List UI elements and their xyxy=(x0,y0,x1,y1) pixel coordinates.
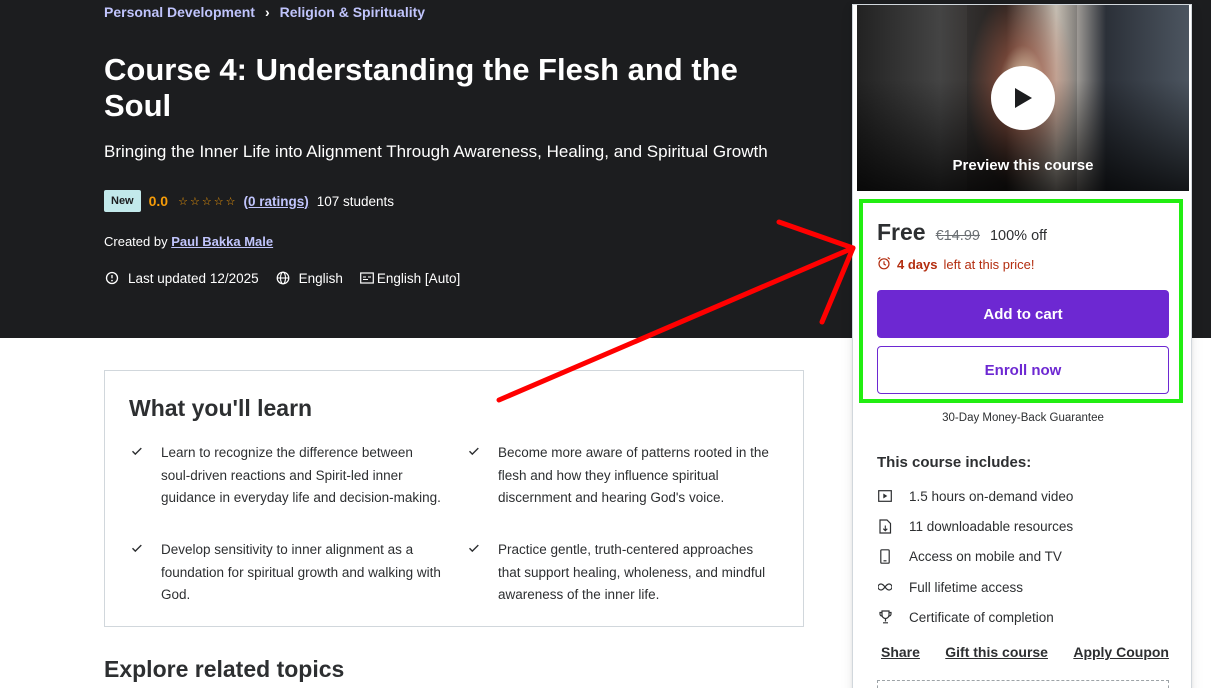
what-you-will-learn: What you'll learn Learn to recognize the… xyxy=(104,370,804,627)
related-topics-title: Explore related topics xyxy=(104,656,345,682)
infinity-icon xyxy=(877,579,893,595)
new-badge: New xyxy=(104,190,141,212)
breadcrumb-item-personal-development[interactable]: Personal Development xyxy=(104,4,255,20)
include-item-label: Access on mobile and TV xyxy=(909,548,1062,564)
star-outline-icon: ☆ xyxy=(201,195,212,208)
video-icon xyxy=(877,488,893,504)
learn-item-text: Develop sensitivity to inner alignment a… xyxy=(161,542,441,602)
highlight-box-annotation xyxy=(859,199,1183,403)
alert-clock-icon xyxy=(104,270,120,286)
chevron-right-icon: › xyxy=(264,4,270,20)
learn-item-text: Practice gentle, truth-centered approach… xyxy=(498,542,766,602)
money-back-guarantee: 30-Day Money-Back Guarantee xyxy=(942,412,1104,424)
ratings-count-link[interactable]: (0 ratings) xyxy=(243,194,308,209)
trophy-icon xyxy=(877,609,893,625)
check-icon xyxy=(129,443,145,459)
breadcrumb-item-religion-spirituality[interactable]: Religion & Spirituality xyxy=(280,4,425,20)
sidebar-links: Share Gift this course Apply Coupon xyxy=(881,644,1169,660)
include-item: Full lifetime access xyxy=(877,579,1023,595)
include-item-label: Full lifetime access xyxy=(909,579,1024,595)
created-by: Created by Paul Bakka Male xyxy=(104,234,273,249)
learn-title: What you'll learn xyxy=(129,395,313,421)
rating-row: New 0.0 ☆ ☆ ☆ ☆ ☆ (0 ratings) 107 studen… xyxy=(104,190,394,212)
include-item: Access on mobile and TV xyxy=(877,548,1062,564)
closed-captions-icon xyxy=(359,270,375,286)
students-count: 107 students xyxy=(316,193,395,209)
course-title: Course 4: Understanding the Flesh and th… xyxy=(104,52,738,123)
share-link[interactable]: Share xyxy=(881,644,920,660)
rating-stars: ☆ ☆ ☆ ☆ ☆ xyxy=(178,195,235,208)
apply-coupon-link[interactable]: Apply Coupon xyxy=(1073,644,1169,660)
coupon-box xyxy=(877,680,1169,688)
learn-item-text: Learn to recognize the difference betwee… xyxy=(161,445,441,505)
check-icon xyxy=(129,540,145,556)
learn-item: Develop sensitivity to inner alignment a… xyxy=(132,539,441,607)
course-language: English xyxy=(298,270,343,286)
author-link[interactable]: Paul Bakka Male xyxy=(171,234,273,249)
learn-item-text: Become more aware of patterns rooted in … xyxy=(498,445,769,505)
includes-title: This course includes: xyxy=(877,454,1032,471)
course-captions: English [Auto] xyxy=(376,270,461,286)
preview-label: Preview this course xyxy=(952,157,1094,174)
star-outline-icon: ☆ xyxy=(189,195,200,208)
file-download-icon xyxy=(877,518,893,534)
include-item: Certificate of completion xyxy=(877,609,1054,625)
learn-item: Become more aware of patterns rooted in … xyxy=(469,442,778,510)
include-item-label: Certificate of completion xyxy=(909,609,1054,625)
learn-item: Learn to recognize the difference betwee… xyxy=(132,442,441,510)
star-outline-icon: ☆ xyxy=(178,195,188,208)
course-preview[interactable]: Preview this course xyxy=(857,5,1189,191)
include-item: 11 downloadable resources xyxy=(877,518,1073,534)
include-item-label: 11 downloadable resources xyxy=(909,518,1074,534)
course-meta: Last updated 12/2025 English English [Au… xyxy=(104,270,476,286)
check-icon xyxy=(466,540,482,556)
rating-value: 0.0 xyxy=(148,193,169,209)
learn-item: Practice gentle, truth-centered approach… xyxy=(469,539,778,607)
globe-icon xyxy=(275,270,291,286)
last-updated: Last updated 12/2025 xyxy=(128,270,259,286)
play-icon[interactable] xyxy=(991,66,1055,130)
star-outline-icon: ☆ xyxy=(213,195,224,208)
check-icon xyxy=(466,443,482,459)
include-item: 1.5 hours on-demand video xyxy=(877,488,1073,504)
course-subtitle: Bringing the Inner Life into Alignment T… xyxy=(104,142,768,161)
created-by-label: Created by xyxy=(104,234,168,249)
mobile-icon xyxy=(877,548,893,564)
star-outline-icon: ☆ xyxy=(225,195,236,208)
include-item-label: 1.5 hours on-demand video xyxy=(909,488,1074,504)
gift-course-link[interactable]: Gift this course xyxy=(945,644,1048,660)
breadcrumb: Personal Development › Religion & Spirit… xyxy=(104,4,425,20)
